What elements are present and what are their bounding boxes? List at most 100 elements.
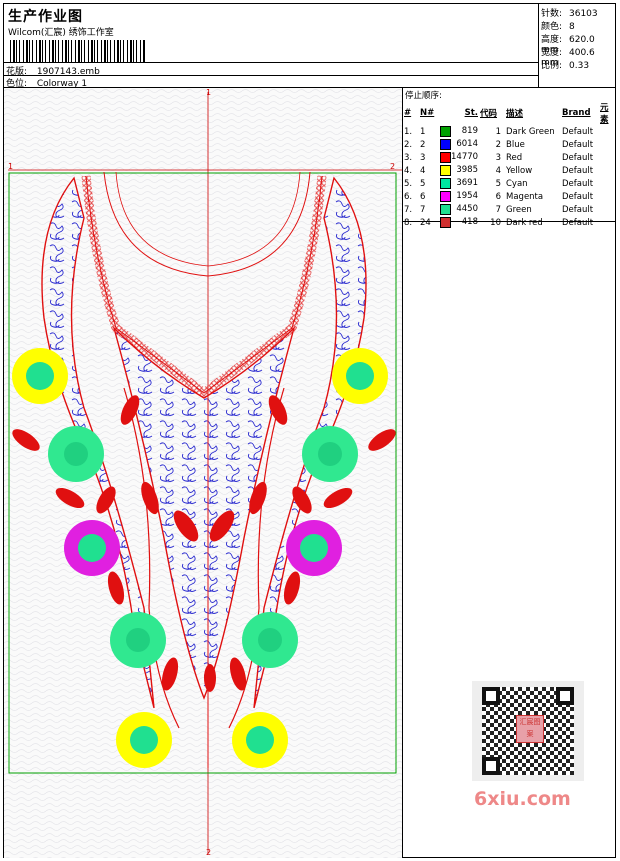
row-stitches: 4450 <box>456 204 478 214</box>
divider <box>4 62 539 63</box>
row-needle: 4 <box>420 165 426 176</box>
qr-seal-logo: 汇宸图案 <box>516 715 544 743</box>
row-needle: 1 <box>420 126 426 137</box>
row-description: Red <box>506 152 523 163</box>
row-brand: Default <box>562 126 594 137</box>
embroidery-design <box>4 88 402 858</box>
row-stitches-cell: 819 <box>439 125 479 138</box>
col-code: 代码 <box>480 109 498 119</box>
row-stitches-cell: 6014 <box>439 138 479 151</box>
row-description: Blue <box>506 139 525 150</box>
row-stitches-cell: 14770 <box>439 151 479 164</box>
row-element <box>599 164 615 177</box>
page-title: 生产作业图 <box>8 9 83 25</box>
row-stitches-cell: 3691 <box>439 177 479 190</box>
legend-row: 3. 3 14770 3 Red Default <box>403 151 615 164</box>
marker-top: 1 <box>206 88 212 97</box>
legend-table: # N# St. 代码 描述 Brand 元素 1. 1 819 1 Dark Gree… <box>403 101 615 229</box>
row-index: 8. <box>404 217 413 228</box>
row-needle: 2 <box>420 139 426 150</box>
row-code: 3 <box>495 152 501 163</box>
row-element <box>599 125 615 138</box>
studio-name: Wilcom(汇宸) 绣饰工作室 <box>8 28 114 38</box>
row-description: Cyan <box>506 178 528 189</box>
marker-bottom: 2 <box>206 848 212 857</box>
barcode <box>10 40 146 62</box>
legend-row: 6. 6 1954 6 Magenta Default <box>403 190 615 203</box>
row-element <box>599 190 615 203</box>
marker-left: 1 <box>8 162 14 171</box>
row-element <box>599 138 615 151</box>
stat-colors: 颜色: 8 <box>541 22 575 32</box>
row-needle: 24 <box>420 217 431 228</box>
row-code: 5 <box>495 178 501 189</box>
row-stitches: 14770 <box>451 152 479 162</box>
row-needle: 3 <box>420 152 426 163</box>
row-code: 4 <box>495 165 501 176</box>
col-stitches: St. <box>464 108 478 118</box>
row-brand: Default <box>562 204 594 215</box>
qr-code: 汇宸图案 <box>472 681 584 781</box>
row-stitches: 3691 <box>456 178 478 188</box>
col-needle: N# <box>420 108 435 118</box>
col-description: 描述 <box>506 109 524 119</box>
row-needle: 5 <box>420 178 426 189</box>
row-description: Magenta <box>506 191 544 202</box>
color-swatch <box>440 191 451 202</box>
row-description: Dark Green <box>506 126 555 137</box>
row-index: 6. <box>404 191 413 202</box>
row-brand: Default <box>562 191 594 202</box>
row-description: Yellow <box>506 165 533 176</box>
row-element <box>599 151 615 164</box>
stats-panel: 针数: 36103 颜色: 8 高度: 620.0 mm 宽度: 400.6 mm 比例… <box>539 4 615 88</box>
stop-sequence-legend: 停止顺序: # N# St. 代码 描述 Brand 元素 1. 1 819 1 Dar… <box>403 88 615 228</box>
color-swatch <box>440 152 451 163</box>
row-stitches: 418 <box>461 217 478 227</box>
col-brand: Brand <box>562 108 591 118</box>
row-index: 3. <box>404 152 413 163</box>
row-brand: Default <box>562 165 594 176</box>
row-stitches: 1954 <box>456 191 478 201</box>
legend-row: 4. 4 3985 4 Yellow Default <box>403 164 615 177</box>
row-description: Green <box>506 204 532 215</box>
row-element <box>599 177 615 190</box>
row-index: 1. <box>404 126 413 137</box>
row-stitches: 3985 <box>456 165 478 175</box>
legend-title: 停止顺序: <box>405 91 442 101</box>
row-index: 7. <box>404 204 413 215</box>
color-swatch <box>440 178 451 189</box>
row-index: 2. <box>404 139 413 150</box>
row-brand: Default <box>562 152 594 163</box>
qr-finder <box>556 687 574 705</box>
row-brand: Default <box>562 139 594 150</box>
legend-row: 5. 5 3691 5 Cyan Default <box>403 177 615 190</box>
qr-finder <box>482 757 500 775</box>
row-element <box>599 216 615 229</box>
row-stitches: 6014 <box>456 139 478 149</box>
row-index: 4. <box>404 165 413 176</box>
color-swatch <box>440 204 451 215</box>
legend-row: 2. 2 6014 2 Blue Default <box>403 138 615 151</box>
row-brand: Default <box>562 178 594 189</box>
legend-row: 7. 7 4450 7 Green Default <box>403 203 615 216</box>
qr-finder <box>482 687 500 705</box>
row-code: 7 <box>495 204 501 215</box>
row-needle: 6 <box>420 191 426 202</box>
marker-right: 2 <box>390 162 396 171</box>
row-stitches-cell: 418 <box>439 216 479 229</box>
col-index: # <box>404 108 412 118</box>
row-code: 6 <box>495 191 501 202</box>
row-code: 1 <box>495 126 501 137</box>
row-element <box>599 203 615 216</box>
color-swatch <box>440 139 451 150</box>
color-swatch <box>440 126 451 137</box>
row-code: 2 <box>495 139 501 150</box>
color-swatch <box>440 217 451 228</box>
legend-row: 1. 1 819 1 Dark Green Default <box>403 125 615 138</box>
col-element: 元素 <box>600 103 609 125</box>
watermark: 6xiu.com <box>474 788 571 810</box>
row-stitches: 819 <box>461 126 478 136</box>
embroidery-design-area: 1 1 2 2 <box>4 88 403 858</box>
row-stitches-cell: 1954 <box>439 190 479 203</box>
row-description: Dark red <box>506 217 543 228</box>
